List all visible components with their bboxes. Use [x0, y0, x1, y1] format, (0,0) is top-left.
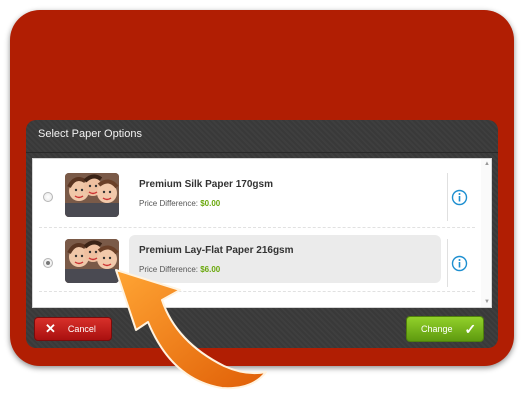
option-divider — [447, 173, 448, 221]
paper-option-silk[interactable]: Premium Silk Paper 170gsm Price Differen… — [33, 169, 477, 231]
option-radio-silk[interactable] — [43, 192, 53, 202]
row-separator — [39, 227, 475, 228]
option-radio-lay-flat[interactable] — [43, 258, 53, 268]
cancel-button[interactable]: ✕ Cancel — [34, 317, 112, 341]
scroll-up-arrow-icon[interactable]: ▲ — [484, 161, 490, 167]
scroll-down-arrow-icon[interactable]: ▼ — [484, 299, 490, 305]
paper-thumbnail-image — [65, 173, 119, 217]
price-value: $0.00 — [200, 199, 221, 208]
price-difference: Price Difference: $0.00 — [139, 199, 220, 208]
info-icon[interactable] — [451, 189, 468, 206]
cancel-label: Cancel — [67, 324, 96, 334]
paper-name: Premium Lay-Flat Paper 216gsm — [139, 245, 294, 256]
paper-thumbnail-image — [65, 239, 119, 283]
title-divider — [26, 152, 498, 153]
change-button[interactable]: Change ✓ — [406, 316, 484, 342]
close-x-icon: ✕ — [45, 321, 56, 336]
option-details-silk: Premium Silk Paper 170gsm Price Differen… — [129, 169, 441, 217]
checkmark-icon: ✓ — [464, 320, 477, 337]
change-label: Change — [421, 324, 453, 334]
curved-arrow-icon — [115, 269, 267, 390]
option-divider — [447, 239, 448, 287]
dialog-title: Select Paper Options — [38, 128, 142, 140]
list-scrollbar[interactable]: ▲ ▼ — [481, 159, 491, 307]
price-label: Price Difference: — [139, 199, 198, 208]
paper-name: Premium Silk Paper 170gsm — [139, 179, 273, 190]
info-icon[interactable] — [451, 255, 468, 272]
